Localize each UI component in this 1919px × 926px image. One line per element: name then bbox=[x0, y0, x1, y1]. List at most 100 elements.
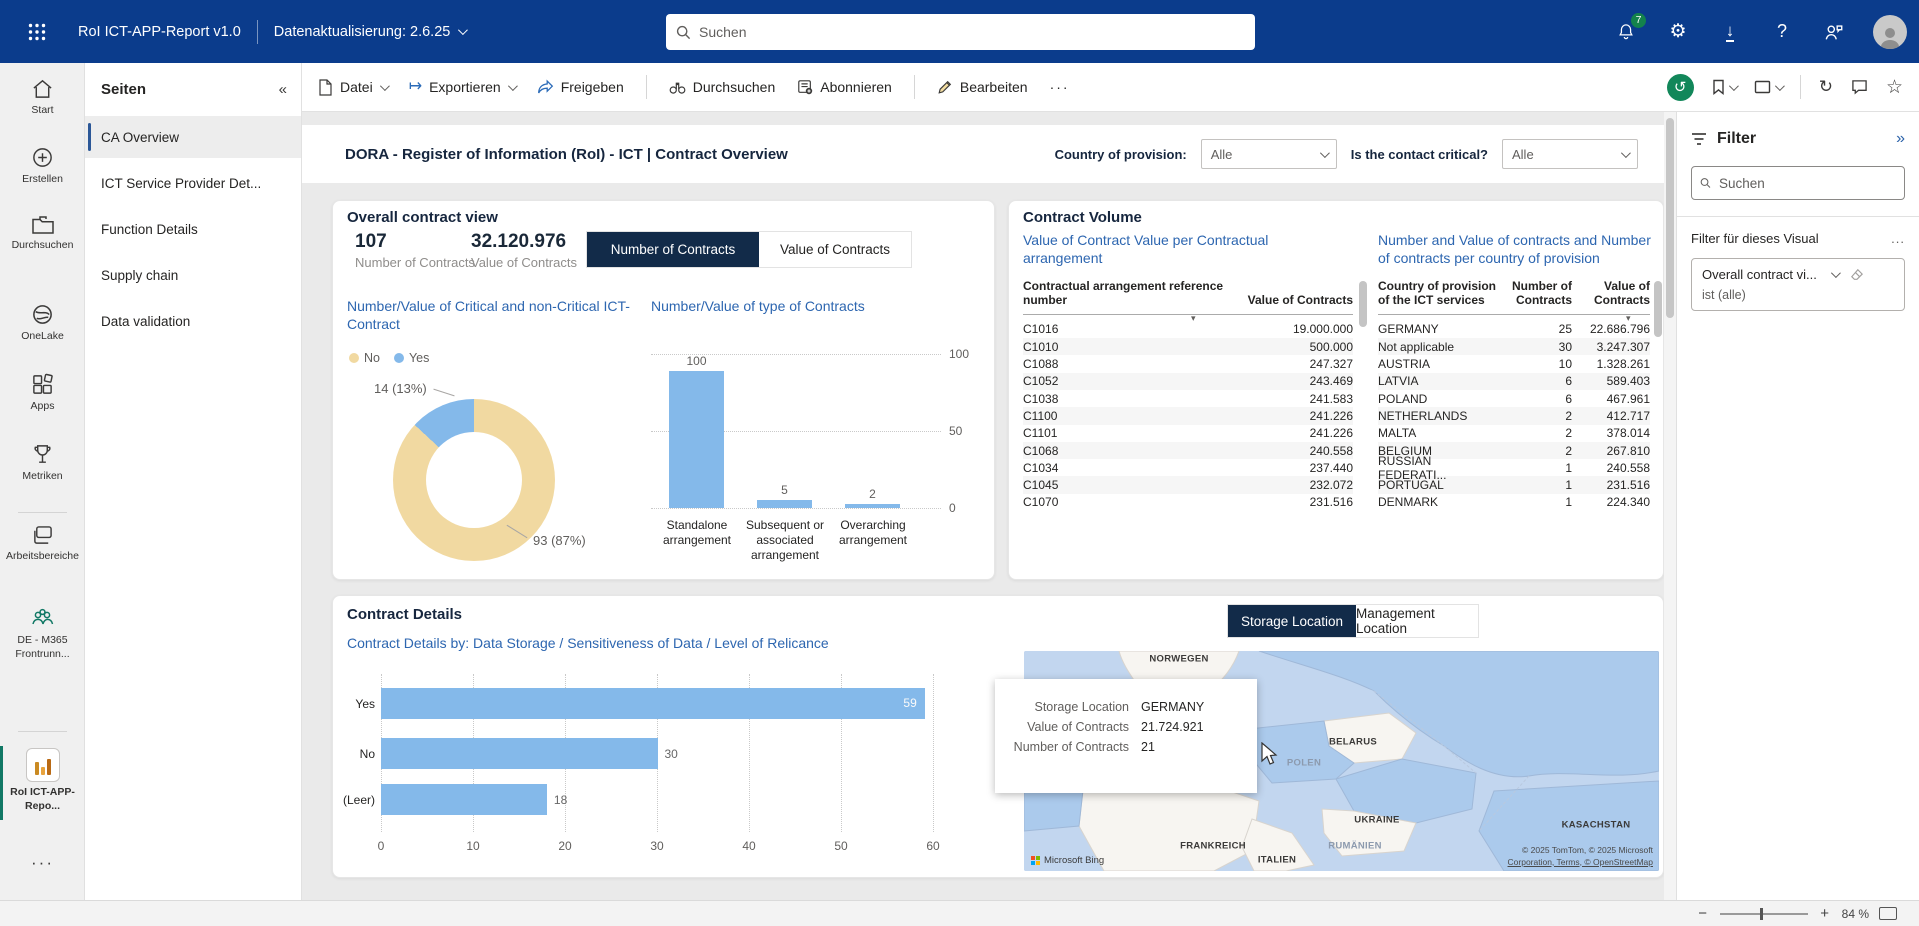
page-item-supply-chain[interactable]: Supply chain bbox=[85, 254, 301, 296]
table-scrollbar[interactable] bbox=[1359, 281, 1367, 327]
table-row[interactable]: Not applicable303.247.307 bbox=[1378, 338, 1650, 355]
table-row[interactable]: MALTA2378.014 bbox=[1378, 425, 1650, 442]
rail-more-button[interactable]: ··· bbox=[0, 853, 85, 873]
table-row[interactable]: PORTUGAL1231.516 bbox=[1378, 476, 1650, 493]
favorite-star-icon[interactable]: ☆ bbox=[1886, 76, 1903, 99]
collapse-filter-pane-icon[interactable]: » bbox=[1896, 130, 1905, 148]
user-avatar[interactable] bbox=[1873, 15, 1907, 49]
left-nav-rail: Start Erstellen Durchsuchen OneLake Apps… bbox=[0, 63, 85, 926]
toolbar-more-button[interactable]: ··· bbox=[1050, 79, 1070, 95]
table-row[interactable]: C1070231.516 bbox=[1023, 494, 1353, 511]
details-bar[interactable] bbox=[381, 784, 547, 815]
table-row[interactable]: RUSSIAN FEDERATI...1240.558 bbox=[1378, 459, 1650, 476]
page-item-ict-service-provider[interactable]: ICT Service Provider Det... bbox=[85, 162, 301, 204]
visual-filter-card[interactable]: Overall contract vi... ist (alle) bbox=[1691, 258, 1905, 311]
settings-gear-icon[interactable]: ⚙ bbox=[1665, 19, 1691, 45]
fit-to-page-icon[interactable] bbox=[1879, 907, 1897, 920]
legend-item-yes[interactable]: Yes bbox=[394, 351, 429, 365]
table-row[interactable]: C1052243.469 bbox=[1023, 373, 1353, 390]
zoom-out-button[interactable]: − bbox=[1696, 905, 1710, 922]
table-row[interactable]: C1100241.226 bbox=[1023, 407, 1353, 424]
contact-critical-dropdown[interactable]: Alle bbox=[1502, 139, 1638, 169]
edit-button[interactable]: Bearbeiten bbox=[937, 79, 1028, 95]
zoom-slider-handle[interactable] bbox=[1760, 908, 1763, 920]
toggle-storage-location[interactable]: Storage Location bbox=[1228, 605, 1356, 637]
table-row[interactable]: C1034237.440 bbox=[1023, 459, 1353, 476]
type-column-bar[interactable] bbox=[669, 371, 724, 508]
canvas-scrollbar bbox=[1664, 112, 1676, 900]
export-menu-button[interactable]: ↦ Exportieren bbox=[409, 79, 515, 95]
nav-item-arbeitsbereiche[interactable]: Arbeitsbereiche bbox=[0, 525, 85, 564]
filter-funnel-icon bbox=[1691, 132, 1707, 146]
table-row[interactable]: C1038241.583 bbox=[1023, 390, 1353, 407]
table-row[interactable]: NETHERLANDS2412.717 bbox=[1378, 407, 1650, 424]
hbar-row-yes: Yes 59 bbox=[339, 688, 925, 719]
table-row[interactable]: C1068240.558 bbox=[1023, 442, 1353, 459]
file-menu-button[interactable]: Datei bbox=[318, 79, 387, 96]
nav-item-apps[interactable]: Apps bbox=[0, 373, 85, 414]
contract-volume-card: Contract Volume Value of Contract Value … bbox=[1008, 200, 1664, 580]
page-item-data-validation[interactable]: Data validation bbox=[85, 300, 301, 342]
page-item-ca-overview[interactable]: CA Overview bbox=[85, 116, 301, 158]
table-row[interactable]: AUSTRIA101.328.261 bbox=[1378, 355, 1650, 372]
contract-details-card: Contract Details Storage Location Manage… bbox=[332, 595, 1664, 878]
toggle-number-of-contracts[interactable]: Number of Contracts bbox=[587, 232, 759, 267]
table-row[interactable]: C1010500.000 bbox=[1023, 338, 1353, 355]
details-bar[interactable] bbox=[381, 738, 658, 769]
critical-donut-ring[interactable] bbox=[393, 399, 555, 561]
table-row[interactable]: C1045232.072 bbox=[1023, 476, 1353, 493]
table-row[interactable]: C1088247.327 bbox=[1023, 355, 1353, 372]
zoom-in-button[interactable]: + bbox=[1818, 905, 1832, 922]
explore-button[interactable]: Durchsuchen bbox=[669, 79, 776, 95]
subscribe-button[interactable]: Abonnieren bbox=[797, 79, 892, 95]
table-row[interactable]: GERMANY2522.686.796 bbox=[1378, 321, 1650, 338]
nav-item-erstellen[interactable]: Erstellen bbox=[0, 146, 85, 187]
table-header-row[interactable]: Country of provision of the ICT services… bbox=[1378, 279, 1650, 315]
table-row[interactable]: C1101241.226 bbox=[1023, 425, 1353, 442]
legend-item-no[interactable]: No bbox=[349, 351, 380, 365]
table-row[interactable]: C101619.000.000 bbox=[1023, 321, 1353, 338]
filter-search-input[interactable] bbox=[1719, 176, 1896, 191]
help-icon[interactable]: ? bbox=[1769, 19, 1795, 45]
x-axis-category: Standalone arrangement bbox=[651, 518, 743, 548]
download-icon[interactable]: ↓ bbox=[1717, 19, 1743, 45]
page-item-function-details[interactable]: Function Details bbox=[85, 208, 301, 250]
collapse-pages-icon[interactable]: « bbox=[279, 81, 287, 98]
search-input[interactable] bbox=[699, 24, 1245, 40]
bookmarks-button[interactable] bbox=[1712, 79, 1736, 95]
comments-button[interactable] bbox=[1851, 79, 1868, 95]
type-column-bar[interactable] bbox=[845, 504, 900, 508]
notifications-bell-icon[interactable]: 7 bbox=[1613, 19, 1639, 45]
table-row[interactable]: DENMARK1224.340 bbox=[1378, 494, 1650, 511]
toggle-management-location[interactable]: Management Location bbox=[1356, 605, 1478, 637]
table-scrollbar[interactable] bbox=[1654, 281, 1662, 337]
table-row[interactable]: POLAND6467.961 bbox=[1378, 390, 1650, 407]
eraser-icon[interactable] bbox=[1850, 268, 1864, 281]
map-attribution-links[interactable]: Corporation, Terms, © OpenStreetMap bbox=[1508, 857, 1653, 868]
nav-item-metriken[interactable]: Metriken bbox=[0, 443, 85, 484]
refresh-visuals-button[interactable]: ↻ bbox=[1819, 77, 1833, 97]
view-button[interactable] bbox=[1754, 80, 1782, 94]
type-column-bar[interactable] bbox=[757, 500, 812, 508]
nav-item-start[interactable]: Start bbox=[0, 78, 85, 118]
bar-value-label: 59 bbox=[903, 696, 916, 710]
nav-item-durchsuchen[interactable]: Durchsuchen bbox=[0, 215, 85, 253]
nav-item-de-m365[interactable]: DE - M365 Frontrunn... bbox=[0, 608, 85, 661]
country-of-provision-dropdown[interactable]: Alle bbox=[1201, 139, 1337, 169]
feedback-person-icon[interactable] bbox=[1821, 19, 1847, 45]
share-button[interactable]: Freigeben bbox=[537, 79, 624, 95]
map-label-frankreich: FRANKREICH bbox=[1180, 841, 1246, 852]
toggle-value-of-contracts[interactable]: Value of Contracts bbox=[759, 232, 911, 267]
data-refresh-dropdown[interactable]: Datenaktualisierung: 2.6.25 bbox=[274, 24, 466, 40]
zoom-slider[interactable] bbox=[1720, 913, 1808, 915]
filters-more-button[interactable]: ... bbox=[1891, 231, 1905, 246]
nav-item-onelake[interactable]: OneLake bbox=[0, 303, 85, 344]
table-row[interactable]: LATVIA6589.403 bbox=[1378, 373, 1650, 390]
app-launcher-icon[interactable] bbox=[14, 9, 60, 55]
refresh-status-button[interactable]: ↺ bbox=[1667, 74, 1694, 101]
table-header-row[interactable]: Contractual arrangement reference number… bbox=[1023, 279, 1353, 315]
bookmark-icon bbox=[1712, 79, 1725, 95]
nav-item-roi-report[interactable]: RoI ICT-APP-Repo... bbox=[0, 748, 85, 813]
details-bar[interactable]: 59 bbox=[381, 688, 925, 719]
scrollbar-thumb[interactable] bbox=[1666, 118, 1674, 318]
